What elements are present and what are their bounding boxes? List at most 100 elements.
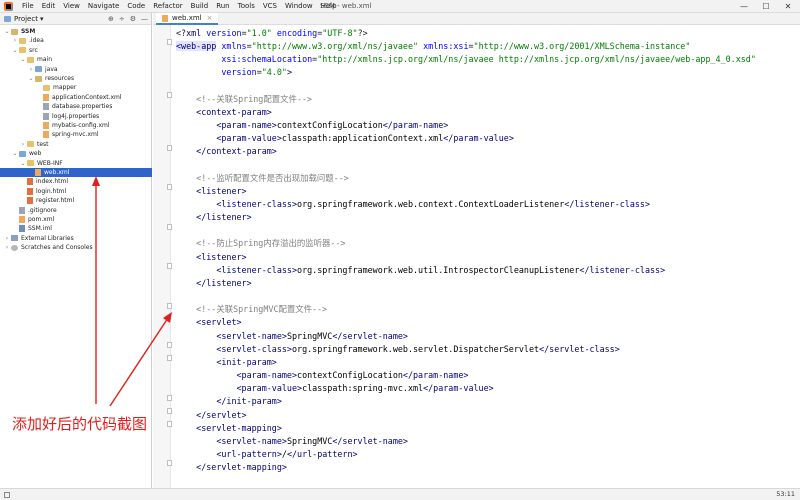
- code-token: <param-name>: [216, 120, 277, 130]
- menu-vcs[interactable]: VCS: [259, 2, 281, 10]
- menu-refactor[interactable]: Refactor: [149, 2, 186, 10]
- tool-window-toggle-icon[interactable]: [4, 492, 10, 498]
- code-token: >: [286, 67, 292, 77]
- tree-item-mybatis-config-xml[interactable]: mybatis-config.xml: [36, 121, 110, 130]
- code-line: <listener-class>org.springframework.web.…: [176, 198, 650, 210]
- chevron-down-icon[interactable]: ⌄: [4, 27, 10, 36]
- code-editor[interactable]: <?xml version="1.0" encoding="UTF-8"?> <w…: [176, 27, 796, 488]
- chevron-down-icon[interactable]: ⌄: [28, 74, 34, 83]
- chevron-down-icon[interactable]: ▾: [40, 15, 44, 23]
- tree-item-web[interactable]: ⌄ web: [12, 149, 41, 158]
- tree-item-test[interactable]: › test: [20, 140, 49, 149]
- fold-marker-icon[interactable]: [167, 408, 172, 414]
- fold-marker-icon[interactable]: [167, 145, 172, 151]
- tree-item-scratches-and-consoles[interactable]: › Scratches and Consoles: [4, 243, 93, 252]
- fold-marker-icon[interactable]: [167, 184, 172, 190]
- tab-label: web.xml: [172, 14, 202, 22]
- chevron-down-icon[interactable]: ⌄: [12, 46, 18, 55]
- collapse-all-icon[interactable]: ÷: [119, 15, 125, 23]
- code-token: </listener-class>: [579, 265, 666, 275]
- tree-item-applicationcontext-xml[interactable]: applicationContext.xml: [36, 93, 122, 102]
- menu-code[interactable]: Code: [123, 2, 149, 10]
- tree-item-label: Scratches and Consoles: [21, 244, 93, 252]
- tree-item-web-xml[interactable]: web.xml: [28, 168, 69, 177]
- tree-item-spring-mvc-xml[interactable]: spring-mvc.xml: [36, 130, 99, 139]
- tree-item-database-properties[interactable]: database.properties: [36, 102, 112, 111]
- menu-build[interactable]: Build: [187, 2, 213, 10]
- tree-item-index-html[interactable]: index.html: [20, 177, 68, 186]
- hide-panel-icon[interactable]: —: [141, 15, 148, 23]
- tree-item-pom-xml[interactable]: pom.xml: [12, 215, 54, 224]
- tree-item-ssm[interactable]: ⌄ SSM: [4, 27, 35, 36]
- menu-window[interactable]: Window: [281, 2, 317, 10]
- tree-item-idea[interactable]: › .idea: [12, 36, 44, 45]
- tree-item-main[interactable]: ⌄ main: [20, 55, 52, 64]
- tree-item-register-html[interactable]: register.html: [20, 196, 74, 205]
- chevron-right-icon[interactable]: ›: [20, 140, 26, 149]
- tree-item-external-libraries[interactable]: › External Libraries: [4, 234, 74, 243]
- code-line: <servlet>: [176, 316, 241, 328]
- chevron-down-icon[interactable]: ⌄: [12, 149, 18, 158]
- fold-marker-icon[interactable]: [167, 263, 172, 269]
- tree-item-log4j-properties[interactable]: log4j.properties: [36, 112, 99, 121]
- caret-position[interactable]: 53:11: [776, 490, 795, 498]
- code-token: <!--关联SpringMVC配置文件-->: [196, 304, 328, 314]
- chevron-right-icon[interactable]: ›: [28, 65, 34, 74]
- code-line: xsi:schemaLocation="http://xmlns.jcp.org…: [176, 53, 755, 65]
- chevron-down-icon[interactable]: ⌄: [20, 159, 26, 168]
- tree-item-mapper[interactable]: mapper: [36, 83, 76, 92]
- code-token: </context-param>: [196, 146, 277, 156]
- code-token: </listener-class>: [564, 199, 650, 209]
- tree-item-ssm-iml[interactable]: SSM.iml: [12, 224, 52, 233]
- code-token: "http://www.w3.org/2001/XMLSchema-instan…: [473, 41, 691, 51]
- code-line: <servlet-mapping>: [176, 422, 282, 434]
- tree-item-resources[interactable]: ⌄ resources: [28, 74, 74, 83]
- tree-item-label: .gitignore: [28, 206, 57, 214]
- minimize-button[interactable]: —: [734, 0, 754, 13]
- settings-gear-icon[interactable]: ⚙: [130, 15, 136, 23]
- chevron-right-icon[interactable]: ›: [4, 243, 10, 252]
- tree-item-src[interactable]: ⌄ src: [12, 46, 37, 55]
- fold-marker-icon[interactable]: [167, 303, 172, 309]
- tree-selection-highlight: [0, 168, 152, 177]
- menu-run[interactable]: Run: [212, 2, 233, 10]
- fold-marker-icon[interactable]: [167, 92, 172, 98]
- locate-file-icon[interactable]: ⊕: [108, 15, 114, 23]
- code-line: <!--关联SpringMVC配置文件-->: [176, 303, 327, 315]
- code-token: </url-pattern>: [286, 449, 358, 459]
- chevron-down-icon[interactable]: ⌄: [20, 55, 26, 64]
- tree-item-label: spring-mvc.xml: [52, 131, 99, 139]
- menu-view[interactable]: View: [59, 2, 84, 10]
- fold-marker-icon[interactable]: [167, 460, 172, 466]
- chevron-right-icon[interactable]: ›: [4, 234, 10, 243]
- tree-item-login-html[interactable]: login.html: [20, 187, 66, 196]
- menu-file[interactable]: File: [18, 2, 38, 10]
- tab-web-xml[interactable]: web.xml ×: [156, 13, 219, 25]
- menu-navigate[interactable]: Navigate: [84, 2, 123, 10]
- chevron-right-icon[interactable]: ›: [12, 36, 18, 45]
- project-view-selector[interactable]: Project: [14, 15, 38, 23]
- tree-item-web-inf[interactable]: ⌄ WEB-INF: [20, 159, 62, 168]
- fold-marker-icon[interactable]: [167, 342, 172, 348]
- fold-marker-icon[interactable]: [167, 224, 172, 230]
- code-line: <servlet-class>org.springframework.web.s…: [176, 343, 619, 355]
- tree-item-label: External Libraries: [21, 234, 74, 242]
- fold-marker-icon[interactable]: [167, 395, 172, 401]
- maximize-button[interactable]: ☐: [756, 0, 776, 13]
- close-window-button[interactable]: ✕: [778, 0, 798, 13]
- code-line: <servlet-name>SpringMVC</servlet-name>: [176, 435, 408, 447]
- tree-item-java[interactable]: › java: [28, 65, 58, 74]
- menu-edit[interactable]: Edit: [38, 2, 60, 10]
- code-token: </param-name>: [402, 370, 469, 380]
- menu-tools[interactable]: Tools: [234, 2, 259, 10]
- close-tab-icon[interactable]: ×: [207, 14, 213, 22]
- code-token: org.springframework.web.util.Introspecto…: [297, 265, 580, 275]
- fold-marker-icon[interactable]: [167, 421, 172, 427]
- tree-item-gitignore[interactable]: .gitignore: [12, 206, 57, 215]
- tree-item-label: SSM.iml: [28, 225, 52, 233]
- fold-marker-icon[interactable]: [167, 39, 172, 45]
- fold-marker-icon[interactable]: [167, 355, 172, 361]
